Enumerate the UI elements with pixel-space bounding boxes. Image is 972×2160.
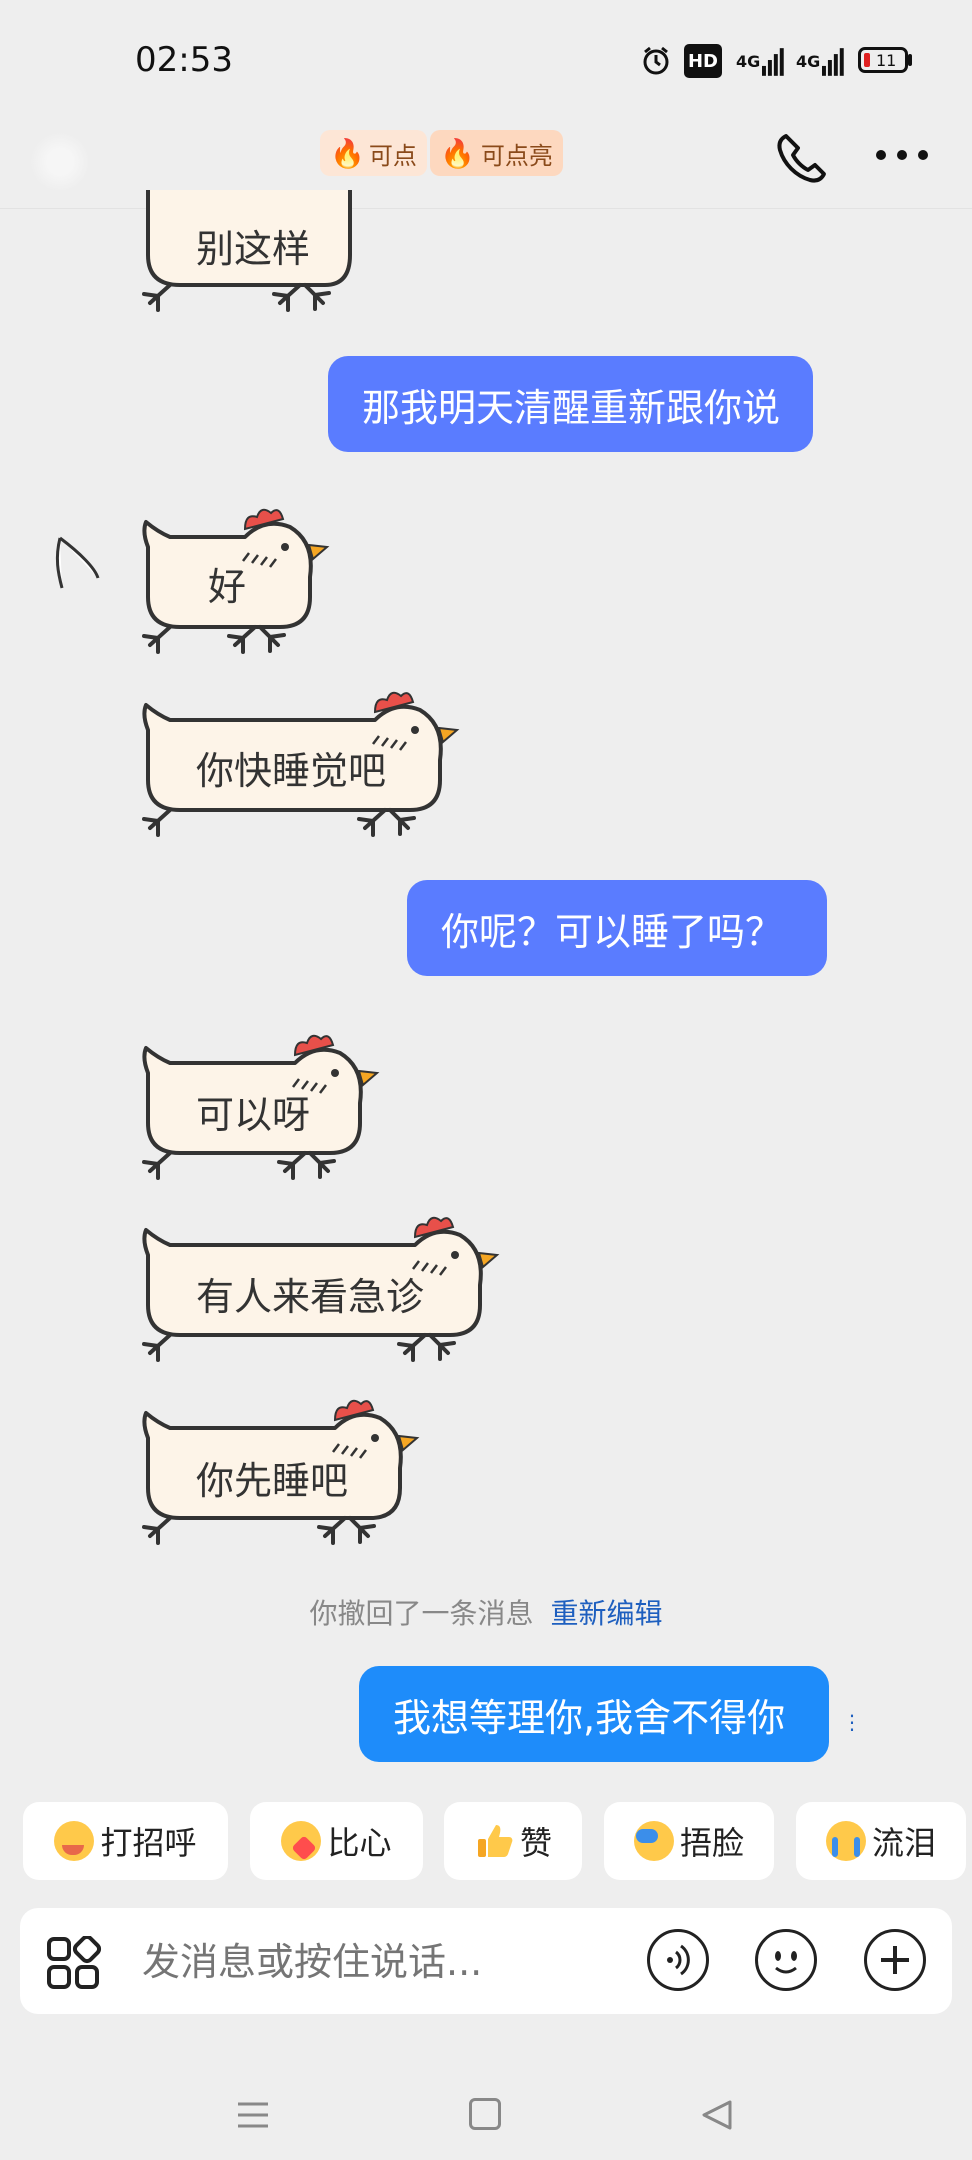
chicken-foot — [397, 1333, 427, 1362]
back-button[interactable] — [30, 132, 90, 192]
emoji-picker-icon[interactable] — [755, 1929, 817, 1991]
quick-reply-facepalm[interactable]: 捂脸 — [604, 1802, 774, 1880]
spark-badge-label: 可点亮 — [480, 141, 553, 170]
chicken-foot — [142, 1516, 172, 1545]
spark-badge[interactable]: 🔥 可点 — [320, 130, 427, 176]
chicken-beak — [477, 1251, 500, 1269]
quick-reply-label: 比心 — [327, 1824, 392, 1862]
chicken-foot — [357, 808, 387, 837]
chicken-foot — [303, 283, 331, 311]
battery-icon: 11 — [858, 47, 908, 73]
facepalm-emoji-icon — [633, 1821, 674, 1861]
quick-reply-label: 捂脸 — [679, 1824, 744, 1862]
message-text: 有人来看急诊 — [196, 1275, 425, 1319]
quick-reply-heart[interactable]: 比心 — [250, 1802, 423, 1880]
message-text: 你先睡吧 — [196, 1459, 349, 1503]
battery-tip — [908, 54, 912, 66]
spark-badge-label: 可点 — [368, 141, 417, 170]
chicken-foot — [317, 1516, 347, 1545]
chicken-beak — [357, 1069, 380, 1087]
chicken-beak — [397, 1434, 420, 1452]
avatar[interactable] — [50, 528, 106, 592]
chicken-foot — [227, 625, 257, 654]
status-bar: 02:53 HD 4G 4G 11 — [0, 0, 972, 110]
chicken-foot — [142, 808, 172, 837]
chicken-foot — [142, 1151, 172, 1180]
chicken-beak — [437, 726, 460, 744]
sent-message[interactable]: 我想等理你,我舍不得你 — [359, 1666, 829, 1762]
quick-reply-label: 流泪 — [871, 1824, 936, 1862]
signal-icon: 4G — [796, 44, 844, 78]
message-text: 可以呀 — [196, 1093, 311, 1137]
chicken-foot — [142, 283, 172, 312]
signal-label: 4G — [736, 51, 761, 71]
message-text: 别这样 — [196, 227, 311, 271]
message-input-bar — [20, 1908, 952, 2014]
quick-reply-label: 打招呼 — [100, 1824, 197, 1862]
signal-label: 4G — [796, 51, 821, 71]
sent-message[interactable]: 你呢？可以睡了吗？ — [407, 880, 827, 976]
back-nav-icon[interactable] — [700, 2098, 734, 2132]
message-text: 我想等理你,我舍不得你 — [393, 1695, 786, 1740]
chicken-foot — [277, 1151, 307, 1180]
fire-icon: 🔥 — [330, 136, 365, 170]
chicken-foot — [428, 1333, 456, 1361]
quick-reply-tears[interactable]: 流泪 — [796, 1802, 966, 1880]
sent-message[interactable]: 那我明天清醒重新跟你说 — [328, 356, 813, 452]
spark-badge[interactable]: 🔥 可点亮 — [430, 130, 563, 176]
chicken-foot — [142, 625, 172, 654]
read-status-icon: ⋮ — [842, 1710, 862, 1734]
chicken-eye — [411, 726, 419, 734]
message-input[interactable] — [140, 1930, 644, 1994]
status-time: 02:53 — [135, 40, 233, 80]
message-text: 你呢？可以睡了吗？ — [441, 909, 784, 954]
message-text: 你快睡觉吧 — [196, 749, 387, 793]
chicken-foot — [348, 1516, 376, 1544]
add-attachment-icon[interactable] — [864, 1929, 926, 1991]
recall-notice: 你撤回了一条消息 重新编辑 — [0, 1592, 972, 1632]
message-text: 好 — [208, 565, 247, 609]
chicken-foot — [258, 625, 286, 653]
quick-reply-like[interactable]: 赞 — [444, 1802, 582, 1880]
alarm-icon — [640, 44, 672, 78]
chicken-beak — [307, 543, 330, 561]
battery-level: 11 — [876, 50, 897, 70]
chicken-foot — [142, 1333, 172, 1362]
system-nav-bar — [0, 2040, 972, 2160]
chicken-eye — [371, 1434, 379, 1442]
chicken-foot — [388, 808, 416, 836]
chicken-eye — [281, 543, 289, 551]
hd-icon: HD — [684, 44, 722, 78]
quick-reply-label: 赞 — [519, 1824, 552, 1862]
signal-icon: 4G — [736, 44, 784, 78]
apps-grid-icon[interactable] — [46, 1934, 102, 1992]
message-text: 那我明天清醒重新跟你说 — [362, 385, 781, 430]
chicken-eye — [451, 1251, 459, 1259]
quick-reply-greet[interactable]: 打招呼 — [23, 1802, 228, 1880]
thumbs-up-emoji-icon — [474, 1821, 514, 1861]
menu-icon[interactable] — [236, 2100, 270, 2130]
phone-call-icon[interactable] — [772, 128, 832, 188]
heart-hands-emoji-icon — [281, 1821, 322, 1861]
crying-emoji-icon — [825, 1821, 866, 1861]
fire-icon: 🔥 — [440, 136, 475, 170]
more-options-icon[interactable] — [876, 150, 928, 164]
voice-input-icon[interactable] — [647, 1929, 709, 1991]
chicken-foot — [272, 283, 302, 312]
yawn-emoji-icon — [54, 1821, 95, 1861]
chicken-foot — [308, 1151, 336, 1179]
recall-notice-text: 你撤回了一条消息 — [309, 1597, 534, 1630]
re-edit-link[interactable]: 重新编辑 — [550, 1597, 662, 1630]
chicken-eye — [331, 1069, 339, 1077]
home-button[interactable] — [469, 2098, 501, 2130]
